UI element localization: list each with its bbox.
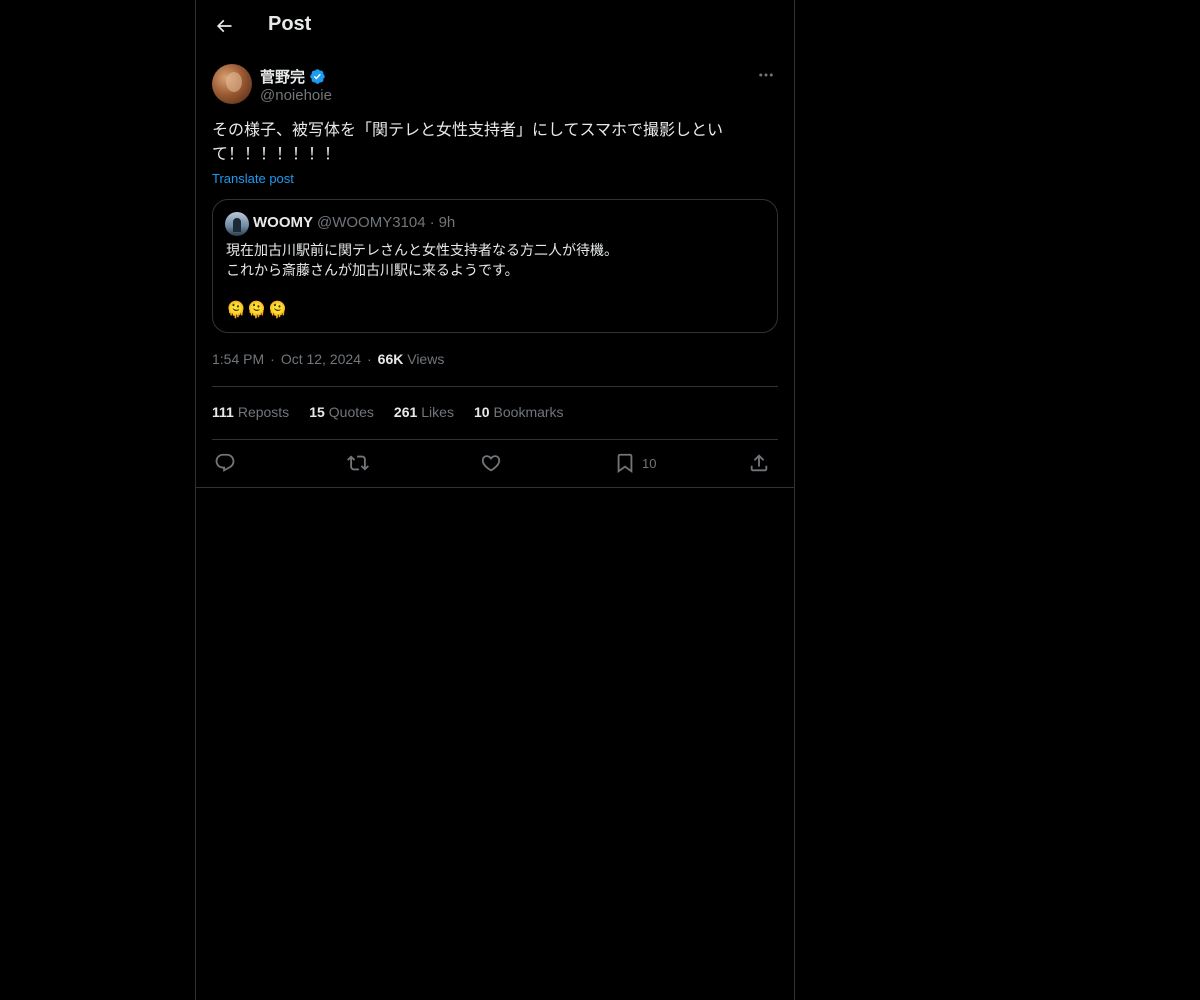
post-text: その様子、被写体を「関テレと女性支持者」にしてスマホで撮影しといて！！！！！！！ [212,122,724,163]
post-time[interactable]: 1:54 PM [212,351,264,367]
post-author: 菅野完 @noiehoie [212,64,778,108]
quotes-count: 15 [309,404,325,420]
post-detail-column: Post 菅野完 @noiehoie その様子、被写体を「関テレと女性支持者」に… [195,0,795,1000]
post-date[interactable]: Oct 12, 2024 [281,351,361,367]
quoted-post-emoji: 🫠🫠🫠 [226,302,289,319]
author-name-row: 菅野完 [260,66,326,87]
divider [212,386,778,387]
share-button[interactable] [748,451,770,475]
quotes-stat[interactable]: 15 Quotes [309,404,374,420]
meta-separator: · [270,351,275,367]
reply-button[interactable] [214,451,236,475]
quoted-author-handle: @WOOMY3104 [317,214,426,231]
repost-button[interactable] [347,451,369,475]
like-button[interactable] [480,451,502,475]
likes-count: 261 [393,404,418,420]
likes-stat[interactable]: 261 Likes [394,404,454,420]
quoted-post[interactable]: WOOMY @WOOMY3104 · 9h 現在加古川駅前に関テレさんと女性支持… [212,199,778,333]
quoted-author-name: WOOMY [253,214,313,231]
bookmark-button[interactable]: 10 [614,451,656,475]
repost-icon [347,455,369,471]
verified-badge-icon[interactable] [309,68,326,85]
meta-separator: · [366,351,372,367]
quoted-post-time: 9h [438,214,456,231]
likes-label: Likes [421,404,454,420]
arrow-left-icon [216,19,232,33]
reply-icon [215,453,235,472]
post-bottom-border [196,487,794,488]
action-bar: 10 [212,448,778,478]
views-count: 66K [377,351,404,367]
bookmarks-label: Bookmarks [493,404,564,420]
top-bar: Post [196,0,794,53]
quoted-post-text: 現在加古川駅前に関テレさんと女性支持者なる方二人が待機。 これから斎藤さんが加古… [226,242,618,278]
quoted-author-avatar [225,212,249,236]
author-handle[interactable]: @noiehoie [260,87,332,104]
author-avatar[interactable] [212,64,252,104]
reposts-label: Reposts [237,404,290,420]
reposts-stat[interactable]: 111 Reposts [212,404,289,420]
like-icon [481,455,501,472]
post-meta: 1:54 PM · Oct 12, 2024 · 66K Views [212,351,444,367]
author-display-name[interactable]: 菅野完 [260,66,305,87]
reposts-count: 111 [212,404,234,420]
bookmarks-stat[interactable]: 10 Bookmarks [474,404,564,420]
quoted-post-header: WOOMY @WOOMY3104 · 9h [253,214,455,231]
divider [212,439,778,440]
bookmark-icon [617,453,633,474]
translate-post-link[interactable]: Translate post [212,171,294,186]
views-label: Views [407,351,445,367]
share-icon [750,454,768,472]
page-title: Post [268,13,312,35]
engagement-stats: 111 Reposts 15 Quotes 261 Likes 10 Bookmarks [212,404,564,420]
more-options-button[interactable] [754,64,778,86]
back-button[interactable] [210,12,238,40]
more-horizontal-icon [759,73,773,77]
bookmarks-count: 10 [473,404,490,420]
quoted-separator: · [429,214,435,231]
bookmark-count: 10 [642,455,657,471]
quotes-label: Quotes [328,404,374,420]
